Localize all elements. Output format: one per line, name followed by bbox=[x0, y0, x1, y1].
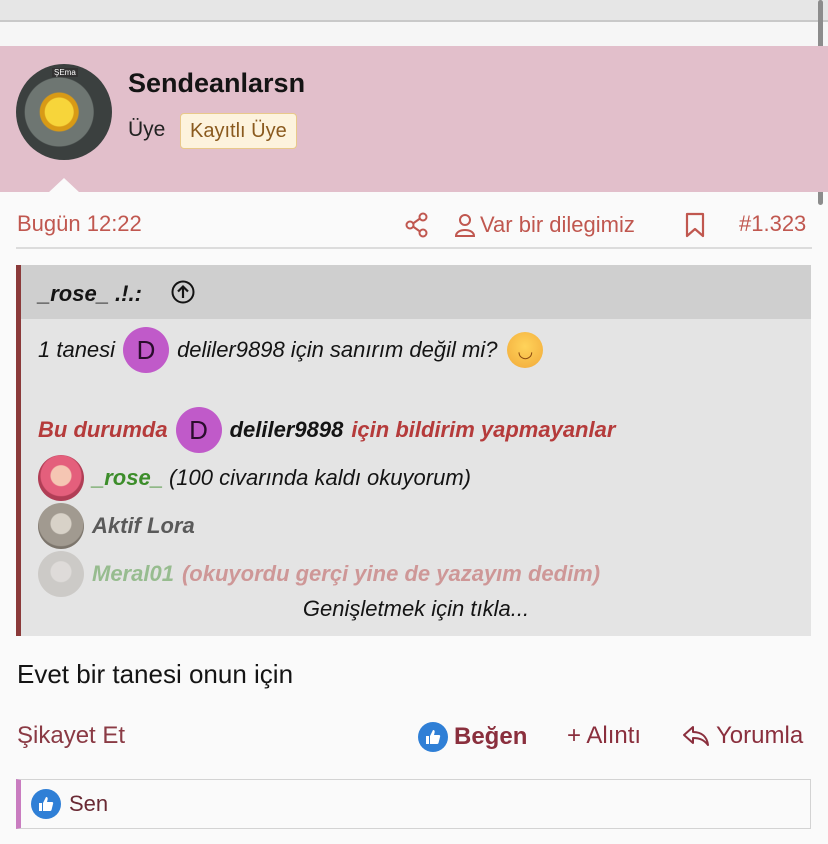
user-info-panel bbox=[0, 46, 828, 192]
arrow-up-circle-icon[interactable] bbox=[171, 280, 195, 304]
thumbs-up-icon bbox=[418, 722, 448, 752]
bookmark-icon[interactable] bbox=[684, 212, 706, 238]
member-badge: Kayıtlı Üye bbox=[180, 113, 297, 149]
author-link-label: Var bir dilegimiz bbox=[480, 212, 635, 237]
quote-text: deliler9898 için sanırım değil mi? bbox=[177, 337, 498, 362]
username[interactable]: Sendeanlarsn bbox=[128, 68, 305, 99]
top-toolbar-strip bbox=[0, 0, 828, 22]
quote-text: 1 tanesi bbox=[38, 337, 116, 362]
user-avatar[interactable] bbox=[38, 455, 84, 501]
post-body: Evet bir tanesi onun için bbox=[17, 659, 294, 689]
like-button[interactable]: Beğen bbox=[418, 722, 527, 752]
user-avatar[interactable]: ŞEma bbox=[16, 64, 112, 160]
quote-user-note: (okuyordu gerçi yine de yazayım dedim) bbox=[181, 561, 601, 586]
share-icon[interactable] bbox=[404, 212, 430, 238]
quote-line-2: Bu durumda D deliler9898 için bildirim y… bbox=[38, 407, 615, 453]
report-button[interactable]: Şikayet Et bbox=[17, 722, 125, 750]
quote-label: + Alıntı bbox=[567, 722, 642, 749]
author-link[interactable]: Var bir dilegimiz bbox=[454, 212, 635, 238]
post-date[interactable]: Bugün 12:22 bbox=[17, 211, 142, 237]
quote-user-row: Aktif Lora bbox=[38, 503, 195, 549]
smiley-emoji-icon bbox=[507, 332, 544, 368]
mention-avatar[interactable]: D bbox=[123, 327, 170, 373]
user-avatar[interactable] bbox=[38, 503, 84, 549]
quote-author[interactable]: _rose_ .!.: bbox=[38, 281, 142, 307]
quote-user-name[interactable]: Aktif Lora bbox=[92, 513, 195, 539]
top-spacer bbox=[0, 22, 828, 46]
quote-user-row: Meral01 (okuyordu gerçi yine de yazayım … bbox=[38, 551, 600, 597]
user-role: Üye bbox=[128, 118, 166, 141]
user-icon bbox=[454, 214, 476, 237]
report-label: Şikayet Et bbox=[17, 722, 126, 749]
like-label: Beğen bbox=[454, 723, 528, 750]
reply-arrow-icon bbox=[683, 726, 709, 746]
quote-line-1: 1 tanesi D deliler9898 için sanırım deği… bbox=[38, 327, 544, 373]
panel-pointer bbox=[48, 178, 80, 193]
reply-label: Yorumla bbox=[716, 722, 804, 749]
mention-avatar[interactable]: D bbox=[175, 407, 222, 453]
post-number[interactable]: #1.323 bbox=[739, 211, 806, 237]
divider bbox=[16, 247, 812, 249]
quote-red-text: için bildirim yapmayanlar bbox=[351, 417, 616, 442]
expand-quote-link[interactable]: Genişletmek için tıkla... bbox=[21, 596, 811, 622]
quote-block[interactable]: _rose_ .!.: 1 tanesi D deliler9898 için … bbox=[16, 265, 811, 636]
likes-bar[interactable]: Sen bbox=[16, 779, 811, 829]
mention-name[interactable]: deliler9898 bbox=[230, 417, 344, 443]
avatar-caption: ŞEma bbox=[52, 68, 78, 77]
user-avatar[interactable] bbox=[38, 551, 84, 597]
quote-user-note: (100 civarında kaldı okuyorum) bbox=[168, 465, 471, 490]
quote-user-name[interactable]: Meral01 bbox=[92, 561, 174, 587]
quote-user-name[interactable]: _rose_ bbox=[92, 465, 163, 491]
likes-text: Sen bbox=[69, 791, 109, 816]
quote-user-row: _rose_ (100 civarında kaldı okuyorum) bbox=[38, 455, 471, 501]
thumbs-up-icon bbox=[31, 789, 61, 819]
quote-red-text: Bu durumda bbox=[38, 417, 168, 442]
quote-button[interactable]: + Alıntı bbox=[567, 722, 641, 750]
reply-button[interactable]: Yorumla bbox=[682, 722, 803, 750]
